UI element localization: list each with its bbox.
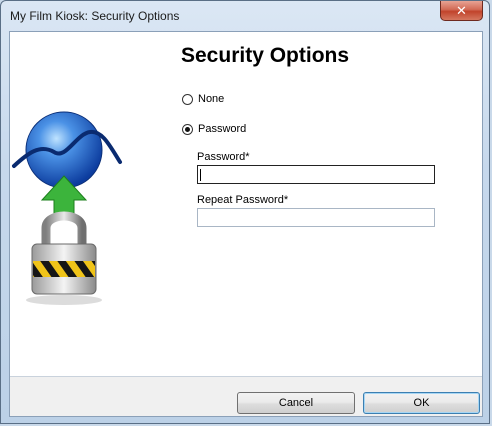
text-caret bbox=[200, 169, 201, 181]
radio-password-indicator[interactable] bbox=[182, 123, 193, 135]
radio-none[interactable]: None bbox=[182, 93, 224, 105]
dialog-window: My Film Kiosk: Security Options ✕ Securi… bbox=[0, 0, 490, 424]
repeat-password-field-label: Repeat Password* bbox=[197, 194, 289, 206]
close-button[interactable]: ✕ bbox=[440, 1, 483, 21]
password-input[interactable] bbox=[197, 165, 435, 184]
password-field-label: Password* bbox=[197, 151, 250, 163]
ok-button[interactable]: OK bbox=[363, 392, 480, 414]
radio-password[interactable]: Password bbox=[182, 123, 246, 135]
radio-password-label: Password bbox=[198, 123, 247, 135]
page-title: Security Options bbox=[181, 44, 350, 67]
close-icon: ✕ bbox=[456, 2, 467, 18]
window-title: My Film Kiosk: Security Options bbox=[10, 9, 180, 23]
radio-none-label: None bbox=[198, 93, 225, 105]
repeat-password-input[interactable] bbox=[197, 208, 435, 227]
title-bar[interactable]: My Film Kiosk: Security Options ✕ bbox=[1, 1, 489, 31]
dialog-content: Security Options None Password Password*… bbox=[9, 31, 483, 417]
globe-lock-icon bbox=[12, 111, 122, 305]
padlock-icon bbox=[26, 211, 102, 305]
radio-none-indicator[interactable] bbox=[182, 93, 193, 105]
cancel-button[interactable]: Cancel bbox=[237, 392, 355, 414]
button-bar: Cancel OK bbox=[10, 377, 482, 416]
